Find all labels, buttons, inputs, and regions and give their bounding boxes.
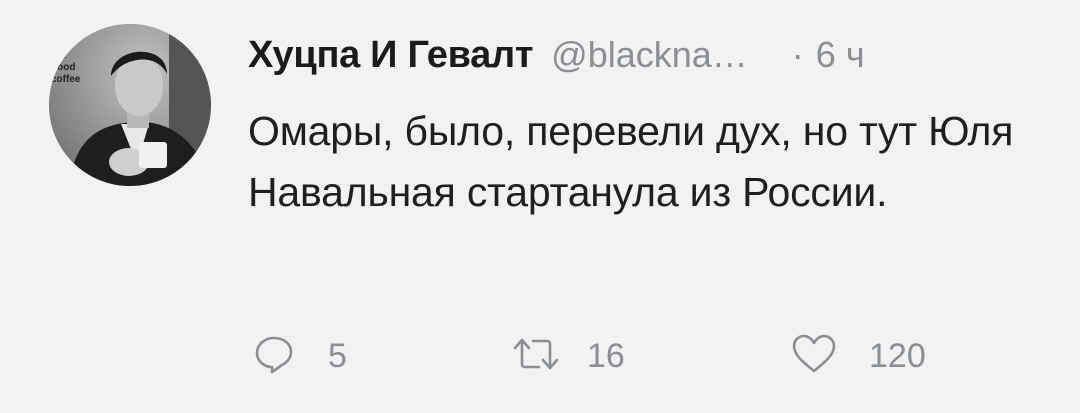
retweet-arrows-icon <box>511 334 561 379</box>
avatar[interactable]: mn good coffee <box>49 24 211 186</box>
timestamp[interactable]: 6 ч <box>816 34 865 76</box>
reply-count: 5 <box>328 336 347 375</box>
display-name[interactable]: Хуцпа И Гевалт <box>248 34 533 77</box>
retweet-count: 16 <box>587 336 625 375</box>
reply-button[interactable]: 5 <box>254 330 347 382</box>
like-count: 120 <box>869 336 926 375</box>
avatar-text-2: good <box>51 62 75 73</box>
tweet-card[interactable]: mn good coffee Хуцпа И Гевалт @blackna… … <box>0 0 1080 413</box>
like-button[interactable]: 120 <box>791 330 926 382</box>
separator-dot: · <box>791 34 804 75</box>
tweet-header: Хуцпа И Гевалт @blackna… · 6 ч <box>248 34 865 86</box>
action-bar: 5 16 120 <box>248 330 1008 382</box>
tweet-text: Омары, было, перевели дух, но тут Юля На… <box>248 108 1014 215</box>
heart-icon <box>791 334 837 379</box>
retweet-button[interactable]: 16 <box>511 330 625 382</box>
avatar-text-3: coffee <box>51 74 81 85</box>
avatar-text-1: mn <box>51 50 66 61</box>
reply-bubble-icon <box>254 334 294 379</box>
user-handle[interactable]: @blackna… <box>551 34 748 76</box>
